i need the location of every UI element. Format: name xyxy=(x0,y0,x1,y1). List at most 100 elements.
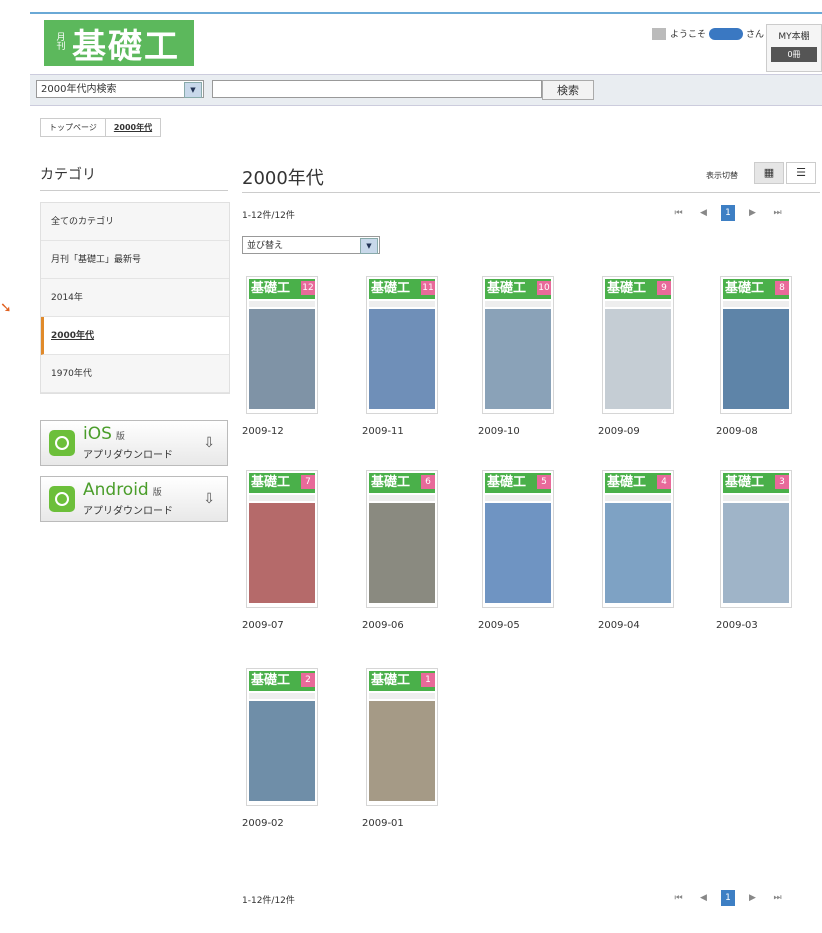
sort-select[interactable]: 並び替え ▼ xyxy=(242,236,380,254)
breadcrumb-home[interactable]: トップページ xyxy=(40,118,106,137)
category-item-2000s[interactable]: 2000年代 xyxy=(41,317,229,355)
category-item-all[interactable]: 全てのカテゴリ xyxy=(41,203,229,241)
cover-subtitle-strip xyxy=(249,693,315,699)
prev-page-icon[interactable]: ◀ xyxy=(691,893,716,903)
sort-select-value: 並び替え xyxy=(247,241,284,251)
breadcrumb-current: 2000年代 xyxy=(105,118,162,137)
cover-photo xyxy=(485,503,551,603)
issue-label[interactable]: 2009-12 xyxy=(242,426,284,437)
issue-cover[interactable]: 基礎工 12 xyxy=(246,276,318,414)
category-divider xyxy=(40,190,228,191)
cover-issue-number: 2 xyxy=(301,673,315,687)
issue-label[interactable]: 2009-07 xyxy=(242,620,284,631)
android-app-sub: アプリダウンロード xyxy=(83,506,173,517)
issue-label[interactable]: 2009-10 xyxy=(478,426,520,437)
issue-cover[interactable]: 基礎工 8 xyxy=(720,276,792,414)
issue-cover[interactable]: 基礎工 3 xyxy=(720,470,792,608)
issue-label[interactable]: 2009-05 xyxy=(478,620,520,631)
cover-issue-number: 11 xyxy=(421,281,435,295)
search-button[interactable]: 検索 xyxy=(542,80,594,100)
search-scope-value: 2000年代内検索 xyxy=(41,84,117,95)
cover-issue-number: 12 xyxy=(301,281,315,295)
next-page-icon[interactable]: ▶ xyxy=(740,208,765,218)
welcome-suffix: さん xyxy=(746,30,765,40)
category-item-2014[interactable]: 2014年 xyxy=(41,279,229,317)
category-list: 全てのカテゴリ 月刊「基礎工」最新号 2014年 2000年代 1970年代 xyxy=(40,202,230,394)
issue-cover[interactable]: 基礎工 2 xyxy=(246,668,318,806)
issue-cover[interactable]: 基礎工 4 xyxy=(602,470,674,608)
cover-subtitle-strip xyxy=(723,301,789,307)
last-page-icon[interactable]: ⏭ xyxy=(765,208,790,218)
cover-issue-number: 6 xyxy=(421,475,435,489)
cover-subtitle-strip xyxy=(485,495,551,501)
search-scope-select[interactable]: 2000年代内検索 ▼ xyxy=(36,80,204,98)
list-view-icon[interactable]: ☰ xyxy=(786,162,816,184)
cover-issue-number: 7 xyxy=(301,475,315,489)
last-page-icon[interactable]: ⏭ xyxy=(765,893,790,903)
issue-cover[interactable]: 基礎工 7 xyxy=(246,470,318,608)
my-bookshelf-button[interactable]: MY本棚 0冊 xyxy=(766,24,822,72)
cover-subtitle-strip xyxy=(723,495,789,501)
issue-cover[interactable]: 基礎工 10 xyxy=(482,276,554,414)
cover-subtitle-strip xyxy=(249,495,315,501)
category-item-latest[interactable]: 月刊「基礎工」最新号 xyxy=(41,241,229,279)
issue-cover[interactable]: 基礎工 9 xyxy=(602,276,674,414)
top-accent-line xyxy=(30,12,822,14)
cover-subtitle-strip xyxy=(249,301,315,307)
view-toggle-label: 表示切替 xyxy=(706,171,738,180)
issue-cover[interactable]: 基礎工 5 xyxy=(482,470,554,608)
cover-photo xyxy=(605,309,671,409)
main-divider xyxy=(242,192,820,193)
logo-month: 月刊 xyxy=(56,33,66,52)
category-item-1970s[interactable]: 1970年代 xyxy=(41,355,229,393)
issue-label[interactable]: 2009-06 xyxy=(362,620,404,631)
cover-issue-number: 1 xyxy=(421,673,435,687)
download-icon: ⇩ xyxy=(203,435,215,451)
cover-subtitle-strip xyxy=(369,693,435,699)
username-mask xyxy=(709,27,744,40)
cover-subtitle-strip xyxy=(605,495,671,501)
issue-label[interactable]: 2009-09 xyxy=(598,426,640,437)
cover-photo xyxy=(723,503,789,603)
cover-photo xyxy=(369,503,435,603)
page-number[interactable]: 1 xyxy=(721,890,735,906)
issue-label[interactable]: 2009-02 xyxy=(242,818,284,829)
cover-issue-number: 3 xyxy=(775,475,789,489)
android-app-name: Android xyxy=(83,480,149,500)
grid-view-icon[interactable]: ▦ xyxy=(754,162,784,184)
cover-issue-number: 5 xyxy=(537,475,551,489)
ios-app-name: iOS xyxy=(83,424,112,444)
first-page-icon[interactable]: ⏮ xyxy=(666,893,691,903)
ios-app-download-button[interactable]: iOS 版 アプリダウンロード ⇩ xyxy=(40,420,228,466)
site-logo[interactable]: 月刊 基礎工 xyxy=(44,20,194,67)
next-page-icon[interactable]: ▶ xyxy=(740,893,765,903)
issue-cover[interactable]: 基礎工 1 xyxy=(366,668,438,806)
cover-issue-number: 10 xyxy=(537,281,551,295)
app-logo-icon xyxy=(49,430,75,456)
cover-issue-number: 4 xyxy=(657,475,671,489)
arrow-indicator-icon: ➘ xyxy=(0,300,12,316)
category-heading: カテゴリ xyxy=(40,167,96,183)
chevron-down-icon[interactable]: ▼ xyxy=(184,82,202,98)
search-bar: 2000年代内検索 ▼ 検索 xyxy=(30,74,822,106)
cover-photo xyxy=(249,503,315,603)
page-number[interactable]: 1 xyxy=(721,205,735,221)
cover-photo xyxy=(485,309,551,409)
search-input[interactable] xyxy=(212,80,542,98)
issue-label[interactable]: 2009-11 xyxy=(362,426,404,437)
page: 月刊 基礎工 ようこそ さん MY本棚 0冊 2000年代内検索 ▼ 検索 トッ… xyxy=(30,0,822,933)
android-app-download-button[interactable]: Android 版 アプリダウンロード ⇩ xyxy=(40,476,228,522)
cover-issue-number: 8 xyxy=(775,281,789,295)
issue-cover[interactable]: 基礎工 11 xyxy=(366,276,438,414)
issue-label[interactable]: 2009-08 xyxy=(716,426,758,437)
page-title: 2000年代 xyxy=(242,168,324,189)
pagination-top: ⏮ ◀ 1 ▶ ⏭ xyxy=(666,205,790,221)
chevron-down-icon[interactable]: ▼ xyxy=(360,238,378,254)
issue-label[interactable]: 2009-01 xyxy=(362,818,404,829)
cover-photo xyxy=(249,309,315,409)
issue-cover[interactable]: 基礎工 6 xyxy=(366,470,438,608)
prev-page-icon[interactable]: ◀ xyxy=(691,208,716,218)
first-page-icon[interactable]: ⏮ xyxy=(666,208,691,218)
issue-label[interactable]: 2009-04 xyxy=(598,620,640,631)
issue-label[interactable]: 2009-03 xyxy=(716,620,758,631)
